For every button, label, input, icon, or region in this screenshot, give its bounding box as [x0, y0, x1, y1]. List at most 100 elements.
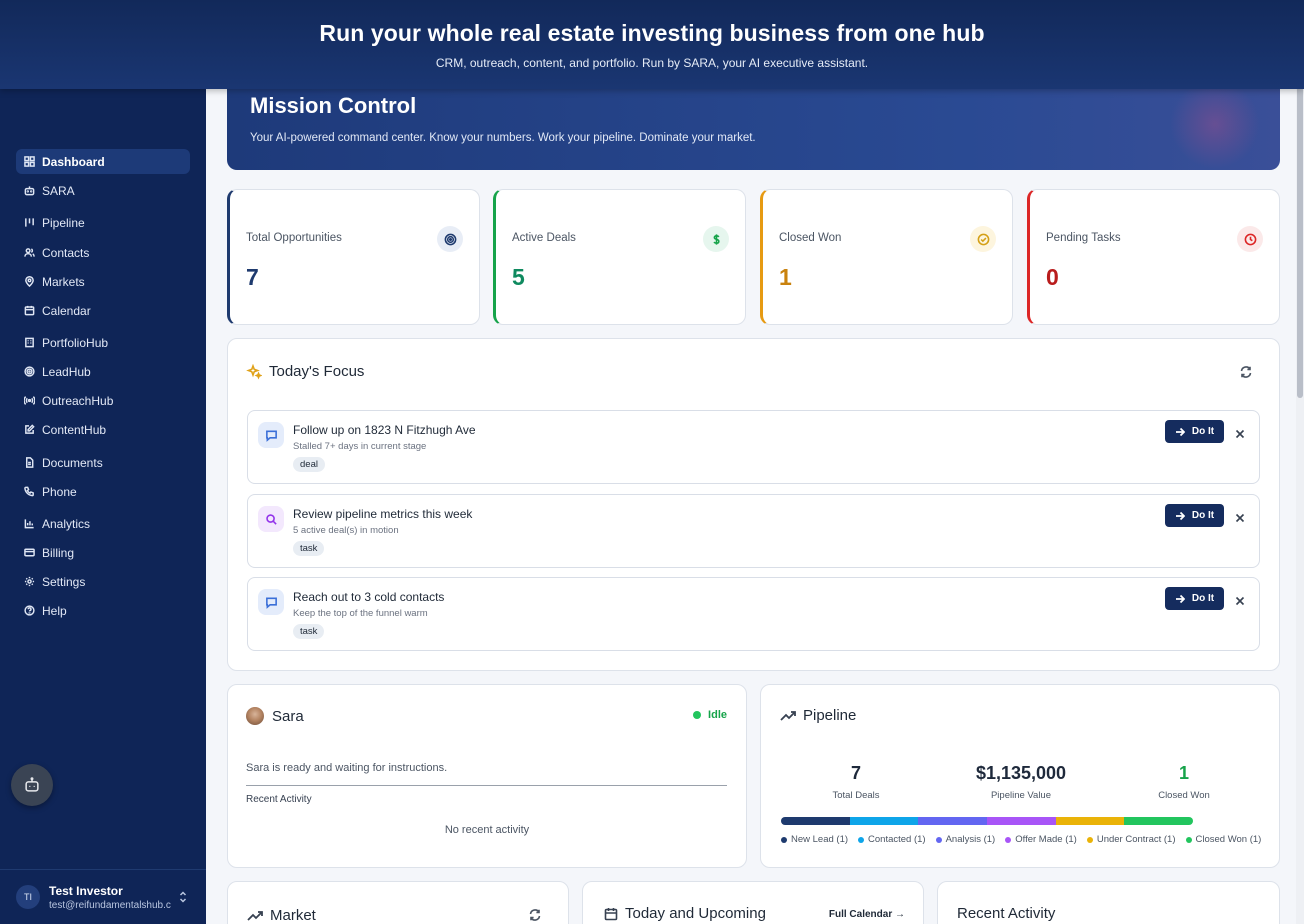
task-title: Follow up on 1823 N Fitzhugh Ave — [293, 423, 476, 437]
section-title: Recent Activity — [957, 905, 1056, 922]
do-it-button[interactable]: Do It — [1165, 420, 1224, 443]
legend-label: New Lead (1) — [791, 834, 849, 845]
sidebar-item-label: Contacts — [42, 245, 90, 260]
edit-icon — [24, 424, 35, 435]
sidebar-item-documents[interactable]: Documents — [16, 450, 190, 475]
stat-value: 7 — [246, 264, 259, 290]
sidebar-item-dashboard[interactable]: Dashboard — [16, 149, 190, 174]
task-tag: task — [293, 541, 325, 556]
user-menu[interactable]: TI Test Investor test@reifundamentalshub… — [0, 869, 206, 924]
sidebar-item-contacts[interactable]: Contacts — [16, 240, 190, 265]
stat-label: Closed Won — [779, 232, 842, 244]
mission-control-header: Mission Control Your AI-powered command … — [227, 89, 1280, 170]
legend-item: Under Contract (1) — [1086, 834, 1176, 845]
recent-activity-panel: Recent Activity — [937, 881, 1280, 924]
sidebar-item-calendar[interactable]: Calendar — [16, 298, 190, 323]
sidebar-item-label: Phone — [42, 484, 77, 499]
sidebar: Dashboard SARA Pipeline Contacts Markets… — [0, 89, 206, 924]
do-it-button[interactable]: Do It — [1165, 587, 1224, 610]
stat-label: Pending Tasks — [1046, 232, 1121, 244]
avatar — [246, 707, 264, 725]
sidebar-item-phone[interactable]: Phone — [16, 479, 190, 504]
sidebar-item-analytics[interactable]: Analytics — [16, 511, 190, 536]
status-badge: Idle — [693, 709, 727, 721]
refresh-icon[interactable] — [1239, 365, 1253, 379]
legend-dot — [1185, 836, 1192, 843]
task-subtitle: Keep the top of the funnel warm — [293, 608, 428, 619]
pipeline-stage-segment — [849, 817, 919, 825]
sidebar-item-help[interactable]: Help — [16, 598, 190, 623]
focus-task: Reach out to 3 cold contacts Keep the to… — [247, 577, 1260, 651]
pipeline-stage-segment — [781, 817, 850, 825]
legend-label: Offer Made (1) — [1015, 834, 1077, 845]
arrow-right-icon — [1175, 594, 1185, 603]
sara-assistant-button[interactable] — [11, 764, 53, 806]
scrollbar[interactable] — [1296, 0, 1304, 924]
stat-card-pending-tasks[interactable]: Pending Tasks 0 — [1027, 189, 1280, 325]
todays-focus-panel: Today's Focus Follow up on 1823 N Fitzhu… — [227, 338, 1280, 671]
market-panel: Market — [227, 881, 569, 924]
metric-total-deals: 7 Total Deals — [832, 763, 880, 801]
sidebar-item-pipeline[interactable]: Pipeline — [16, 210, 190, 235]
dismiss-icon[interactable] — [1235, 510, 1245, 523]
dismiss-icon[interactable] — [1235, 426, 1245, 439]
focus-task: Follow up on 1823 N Fitzhugh Ave Stalled… — [247, 410, 1260, 484]
gear-icon — [24, 576, 35, 587]
task-tag: task — [293, 624, 325, 639]
legend-label: Closed Won (1) — [1195, 834, 1262, 845]
todays-focus-header: Today's Focus — [246, 363, 364, 380]
stat-card-total-opportunities[interactable]: Total Opportunities 7 — [227, 189, 480, 325]
sidebar-item-markets[interactable]: Markets — [16, 269, 190, 294]
stat-card-closed-won[interactable]: Closed Won 1 — [760, 189, 1013, 325]
stat-value: 1 — [779, 264, 792, 290]
sidebar-item-label: Calendar — [42, 303, 91, 318]
sidebar-item-billing[interactable]: Billing — [16, 540, 190, 565]
map-pin-icon — [24, 276, 35, 287]
banner-subtitle: CRM, outreach, content, and portfolio. R… — [435, 56, 869, 70]
sidebar-item-leadhub[interactable]: LeadHub — [16, 359, 190, 384]
section-title: Sara — [272, 707, 304, 725]
sidebar-item-portfoliohub[interactable]: PortfolioHub — [16, 330, 190, 355]
pipeline-panel: Pipeline 7 Total Deals $1,135,000 Pipeli… — [760, 684, 1280, 868]
sidebar-item-sara[interactable]: SARA — [16, 178, 190, 203]
section-title: Today's Focus — [269, 363, 365, 380]
chevron-up-down-icon — [178, 890, 188, 904]
page-title: Mission Control — [250, 93, 417, 118]
sidebar-item-label: LeadHub — [42, 364, 91, 379]
pipeline-legend: New Lead (1) Contacted (1) Analysis (1) Off… — [781, 834, 1271, 845]
legend-item: Analysis (1) — [935, 834, 995, 845]
message-icon — [258, 422, 284, 448]
full-calendar-link[interactable]: Full Calendar → — [829, 909, 905, 920]
sidebar-item-label: SARA — [42, 183, 75, 198]
pipeline-header: Pipeline — [780, 707, 856, 724]
task-subtitle: Stalled 7+ days in current stage — [293, 441, 427, 452]
pipeline-stage-segment — [1124, 817, 1193, 825]
empty-state: No recent activity — [444, 824, 530, 836]
legend-dot — [935, 836, 942, 843]
avatar: TI — [16, 885, 40, 909]
message-icon — [258, 589, 284, 615]
stat-card-active-deals[interactable]: Active Deals 5 — [493, 189, 746, 325]
dollar-icon — [703, 226, 729, 252]
legend-dot — [1005, 836, 1012, 843]
sidebar-item-label: ContentHub — [42, 422, 107, 437]
file-icon — [24, 457, 35, 468]
legend-dot — [858, 836, 865, 843]
sidebar-item-label: Documents — [42, 455, 103, 470]
sidebar-item-contenthub[interactable]: ContentHub — [16, 417, 190, 442]
target-icon — [437, 226, 463, 252]
stat-label: Active Deals — [512, 232, 576, 244]
metric-closed-won: 1 Closed Won — [1158, 763, 1210, 801]
user-name: Test Investor — [49, 883, 123, 898]
do-it-button[interactable]: Do It — [1165, 504, 1224, 527]
pipeline-stage-segment — [918, 817, 987, 825]
sidebar-item-outreachhub[interactable]: OutreachHub — [16, 388, 190, 413]
help-circle-icon — [24, 605, 35, 616]
sidebar-item-label: Dashboard — [42, 154, 105, 169]
sparkles-icon — [246, 363, 262, 380]
dismiss-icon[interactable] — [1235, 593, 1245, 606]
sidebar-item-settings[interactable]: Settings — [16, 569, 190, 594]
refresh-icon[interactable] — [528, 908, 542, 922]
task-subtitle: 5 active deal(s) in motion — [293, 525, 399, 536]
user-email: test@reifundamentalshub.com — [49, 899, 171, 911]
